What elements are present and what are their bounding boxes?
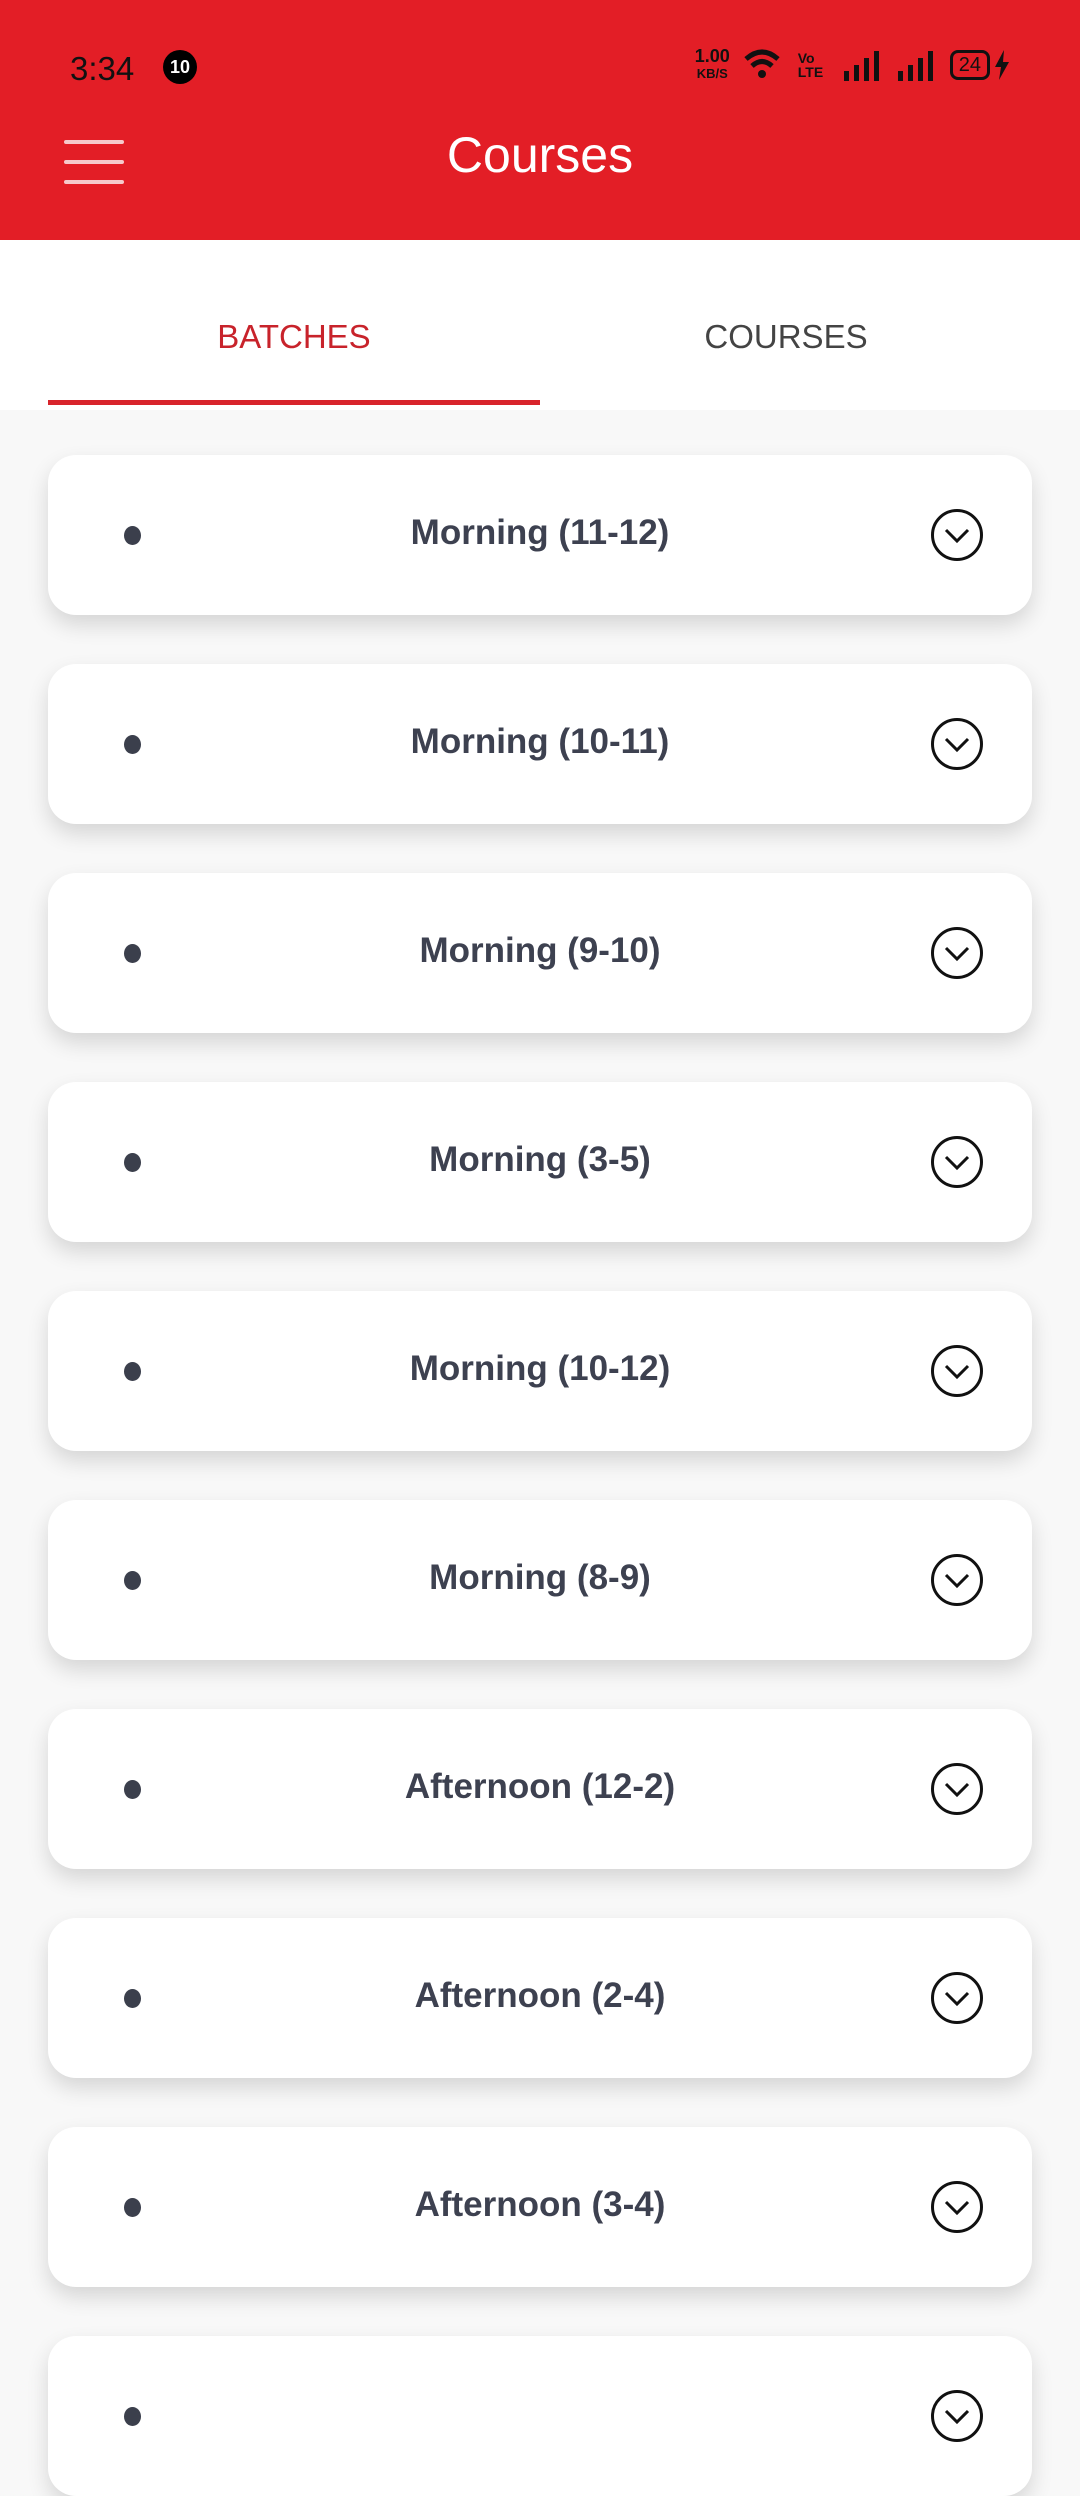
batch-card[interactable]: Afternoon (12-2) (48, 1709, 1032, 1869)
charging-icon (995, 50, 1009, 80)
batch-label: Morning (10-11) (410, 722, 670, 761)
status-time: 3:34 (70, 50, 135, 87)
signal-icon (843, 51, 879, 81)
speed-unit: KB/S (696, 66, 728, 81)
batch-label: Afternoon (2-4) (414, 1976, 666, 2015)
tab-indicator (48, 400, 540, 405)
bullet-icon (124, 2407, 141, 2426)
chevron-down-circle-icon[interactable] (930, 1135, 984, 1189)
batch-card[interactable] (48, 2336, 1032, 2496)
batch-card[interactable]: Morning (8-9) (48, 1500, 1032, 1660)
batch-label: Morning (11-12) (410, 513, 670, 552)
batch-card[interactable]: Morning (9-10) (48, 873, 1032, 1033)
batch-label: Morning (10-12) (409, 1349, 671, 1388)
batch-card[interactable]: Morning (10-12) (48, 1291, 1032, 1451)
tab-bar: BATCHES COURSES (0, 240, 1080, 410)
chevron-down-circle-icon[interactable] (930, 1344, 984, 1398)
chevron-down-circle-icon[interactable] (930, 1553, 984, 1607)
status-bar: 3:34 10 1.00 KB/S Vo LTE 24 (0, 46, 1080, 88)
battery-icon: 24 (949, 50, 990, 80)
batch-label: Morning (3-5) (429, 1140, 651, 1179)
batch-card[interactable]: Morning (3-5) (48, 1082, 1032, 1242)
signal-icon-2 (897, 51, 933, 81)
notification-badge: 10 (163, 50, 197, 84)
chevron-down-circle-icon[interactable] (930, 2389, 984, 2443)
chevron-down-circle-icon[interactable] (930, 717, 984, 771)
batch-card[interactable]: Afternoon (2-4) (48, 1918, 1032, 2078)
batch-card[interactable]: Afternoon (3-4) (48, 2127, 1032, 2287)
app-bar: 3:34 10 1.00 KB/S Vo LTE 24 Courses (0, 0, 1080, 240)
chevron-down-circle-icon[interactable] (930, 926, 984, 980)
page-title: Courses (446, 127, 634, 183)
batch-label: Afternoon (3-4) (414, 2185, 666, 2224)
batch-card[interactable]: Morning (10-11) (48, 664, 1032, 824)
speed-value: 1.00 (694, 46, 730, 66)
batch-label: Morning (9-10) (419, 931, 661, 970)
chevron-down-circle-icon[interactable] (930, 508, 984, 562)
batch-label: Morning (8-9) (429, 1558, 651, 1597)
tab-courses[interactable]: COURSES (540, 318, 1032, 356)
batch-card[interactable]: Morning (11-12) (48, 455, 1032, 615)
volte-icon: Vo LTE (797, 50, 824, 80)
batch-label: Afternoon (12-2) (404, 1767, 676, 1806)
tab-batches[interactable]: BATCHES (48, 318, 540, 356)
chevron-down-circle-icon[interactable] (930, 2180, 984, 2234)
chevron-down-circle-icon[interactable] (930, 1971, 984, 2025)
chevron-down-circle-icon[interactable] (930, 1762, 984, 1816)
wifi-icon (744, 49, 780, 78)
network-speed: 1.00 KB/S (694, 46, 730, 82)
